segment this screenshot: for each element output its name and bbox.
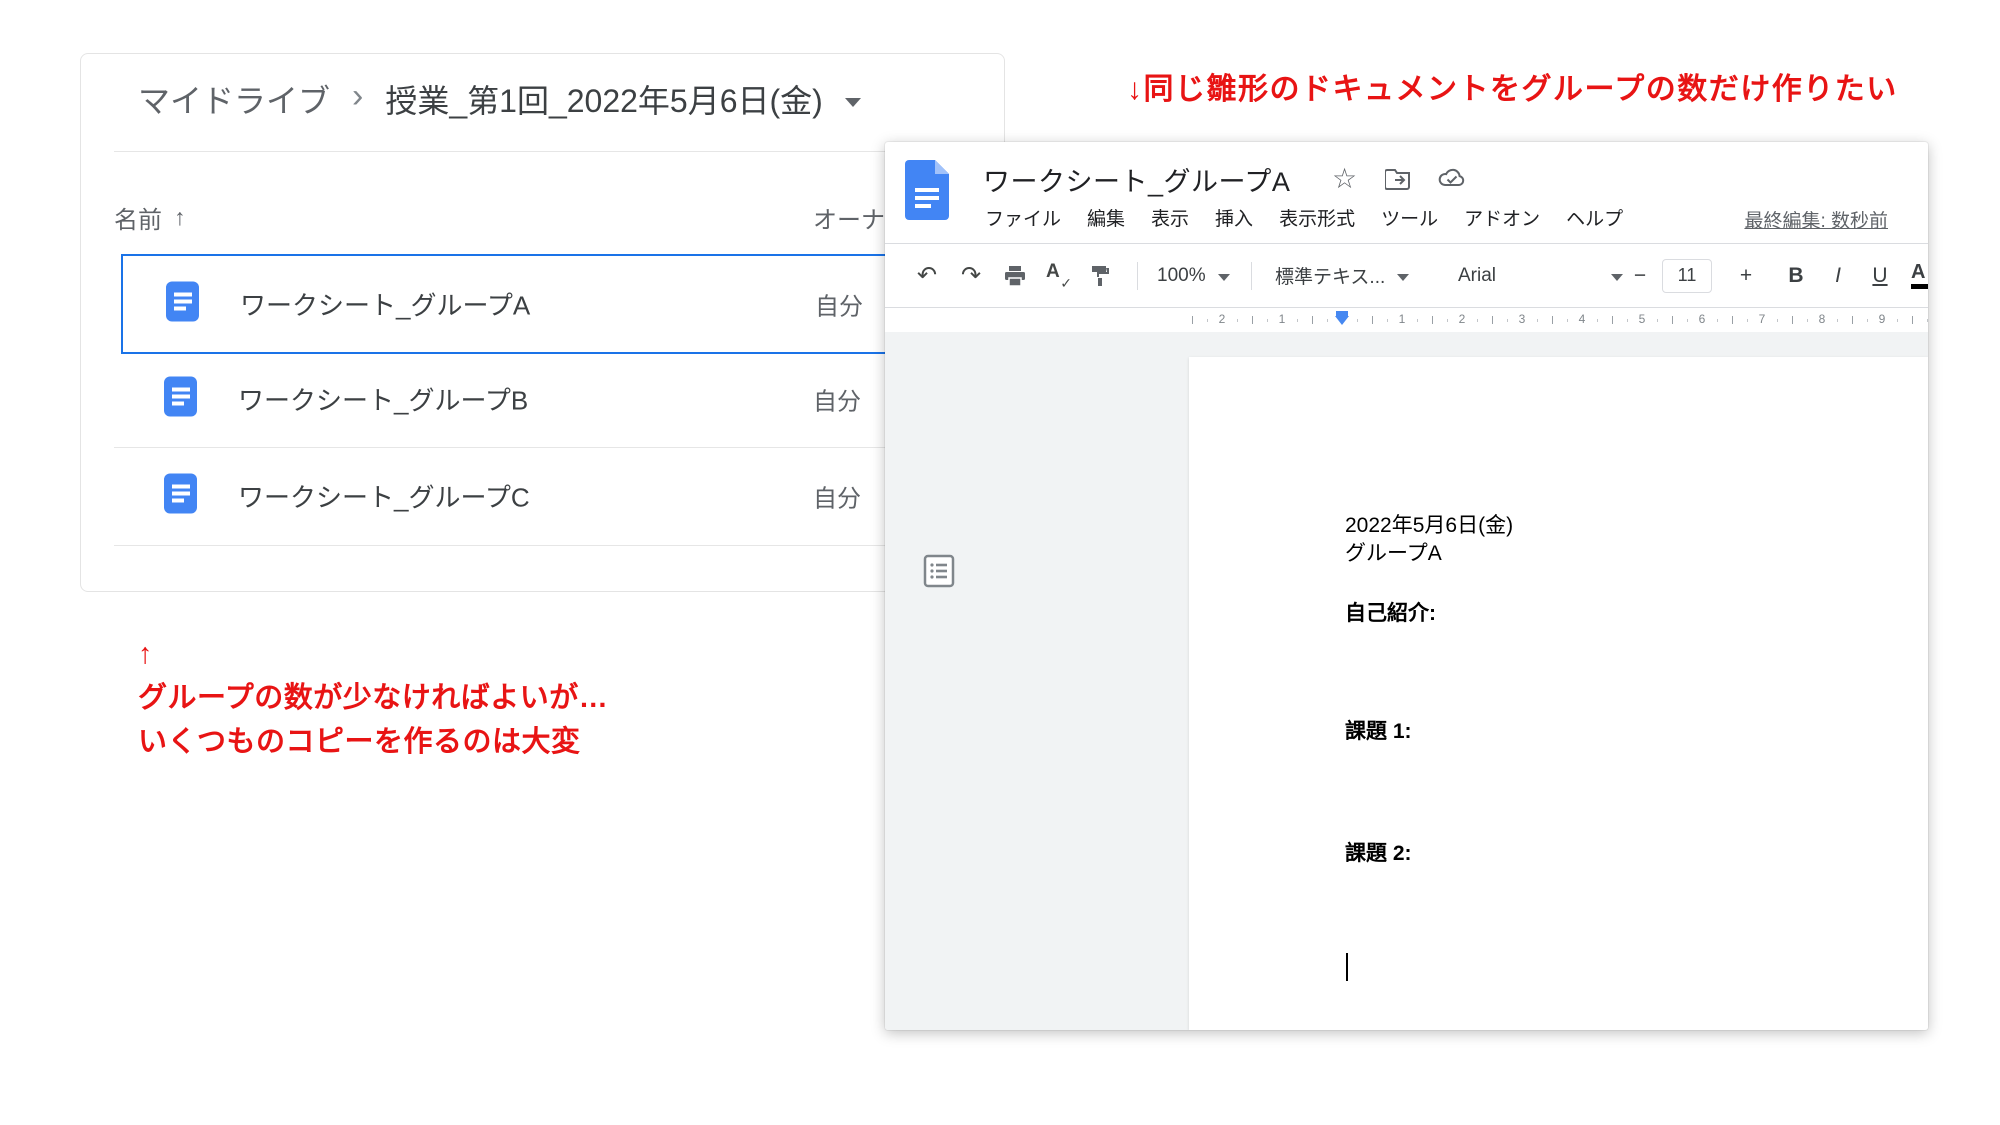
chevron-down-icon	[1611, 274, 1623, 281]
docs-file-icon	[164, 377, 197, 422]
menu-help[interactable]: ヘルプ	[1566, 204, 1623, 231]
annotation-left-arrow: ↑	[138, 632, 608, 676]
divider	[114, 151, 1004, 152]
breadcrumb-my-drive[interactable]: マイドライブ	[138, 76, 330, 122]
file-name: ワークシート_グループB	[238, 381, 528, 418]
docs-file-icon	[166, 282, 199, 327]
toolbar-separator	[1251, 262, 1252, 290]
indent-marker[interactable]	[1335, 311, 1349, 325]
spellcheck-icon[interactable]: A✓	[1039, 244, 1075, 307]
font-size-increase-button[interactable]: +	[1731, 244, 1761, 307]
drive-window: マイドライブ › 授業_第1回_2022年5月6日(金) 名前 ↑ オーナー ワ…	[80, 53, 1005, 592]
annotation-left-line1: グループの数が少なければよいが…	[138, 676, 608, 720]
ruler: 21123456789	[885, 308, 1928, 332]
document-page[interactable]: 2022年5月6日(金) グループA 自己紹介: 課題 1: 課題 2:	[1189, 357, 1928, 1030]
menu-file[interactable]: ファイル	[985, 204, 1061, 231]
file-row-group-b[interactable]: ワークシート_グループB 自分	[81, 351, 1004, 447]
menu-bar: ファイル 編集 表示 挿入 表示形式 ツール アドオン ヘルプ	[985, 204, 1623, 231]
file-row-group-c[interactable]: ワークシート_グループC 自分	[81, 448, 1004, 544]
redo-icon[interactable]: ↷	[953, 244, 989, 307]
font-size-field[interactable]: 11	[1657, 244, 1717, 307]
file-name: ワークシート_グループA	[240, 286, 530, 323]
menu-tools[interactable]: ツール	[1381, 204, 1438, 231]
move-folder-icon[interactable]	[1385, 166, 1411, 195]
column-header-name[interactable]: 名前 ↑	[114, 200, 186, 235]
file-owner: 自分	[813, 382, 861, 417]
annotation-left-line2: いくつものコピーを作るのは大変	[138, 720, 608, 764]
chevron-down-icon	[1397, 274, 1409, 281]
divider	[114, 545, 1004, 546]
zoom-select[interactable]: 100%	[1149, 244, 1253, 307]
menu-insert[interactable]: 挿入	[1215, 204, 1253, 231]
folder-dropdown-caret-icon[interactable]	[845, 98, 861, 107]
doc-heading-task1: 課題 1:	[1345, 715, 1412, 745]
breadcrumb-current-folder[interactable]: 授業_第1回_2022年5月6日(金)	[385, 76, 823, 122]
toolbar-separator	[1137, 262, 1138, 290]
document-outline-icon[interactable]	[923, 554, 955, 593]
file-name: ワークシート_グループC	[238, 478, 530, 515]
annotation-left: ↑ グループの数が少なければよいが… いくつものコピーを作るのは大変	[138, 632, 608, 764]
doc-line-date: 2022年5月6日(金)	[1345, 509, 1513, 539]
text-cursor	[1346, 953, 1348, 981]
file-owner: 自分	[813, 479, 861, 514]
menu-format[interactable]: 表示形式	[1279, 204, 1355, 231]
font-size-decrease-button[interactable]: −	[1625, 244, 1655, 307]
document-canvas: 2022年5月6日(金) グループA 自己紹介: 課題 1: 課題 2:	[885, 332, 1928, 1030]
doc-line-group: グループA	[1345, 537, 1442, 567]
menu-edit[interactable]: 編集	[1087, 204, 1125, 231]
print-icon[interactable]	[997, 244, 1033, 307]
font-family-select[interactable]: Arial	[1450, 244, 1631, 307]
file-row-group-a[interactable]: ワークシート_グループA 自分	[121, 254, 1004, 354]
undo-icon[interactable]: ↶	[909, 244, 945, 307]
name-column-label: 名前	[114, 200, 162, 235]
underline-button[interactable]: U	[1863, 244, 1897, 307]
bold-button[interactable]: B	[1779, 244, 1813, 307]
breadcrumb: マイドライブ › 授業_第1回_2022年5月6日(金)	[138, 76, 861, 122]
docs-window: ワークシート_グループA ☆ ファイル 編集 表示 挿入 表示形式 ツール アド…	[885, 142, 1928, 1030]
doc-heading-task2: 課題 2:	[1345, 837, 1412, 867]
annotation-top: ↓同じ雛形のドキュメントをグループの数だけ作りたい	[1127, 64, 1898, 108]
docs-file-icon	[164, 474, 197, 519]
paragraph-style-select[interactable]: 標準テキス...	[1267, 244, 1440, 307]
menu-view[interactable]: 表示	[1151, 204, 1189, 231]
last-edit-link[interactable]: 最終編集: 数秒前	[1744, 206, 1888, 233]
text-color-button[interactable]: A	[1907, 244, 1928, 307]
google-docs-app-icon[interactable]	[905, 160, 949, 225]
doc-heading-intro: 自己紹介:	[1345, 597, 1436, 627]
screenshot-stage: マイドライブ › 授業_第1回_2022年5月6日(金) 名前 ↑ オーナー ワ…	[0, 0, 2000, 1125]
sort-ascending-icon: ↑	[174, 204, 186, 231]
paint-format-icon[interactable]	[1082, 244, 1118, 307]
chevron-right-icon: ›	[352, 79, 363, 113]
cloud-saved-icon[interactable]	[1438, 166, 1466, 195]
chevron-down-icon	[1218, 274, 1230, 281]
document-title[interactable]: ワークシート_グループA	[983, 160, 1290, 199]
menu-addons[interactable]: アドオン	[1464, 204, 1540, 231]
file-owner: 自分	[815, 287, 863, 322]
star-icon[interactable]: ☆	[1332, 162, 1357, 195]
italic-button[interactable]: I	[1821, 244, 1855, 307]
